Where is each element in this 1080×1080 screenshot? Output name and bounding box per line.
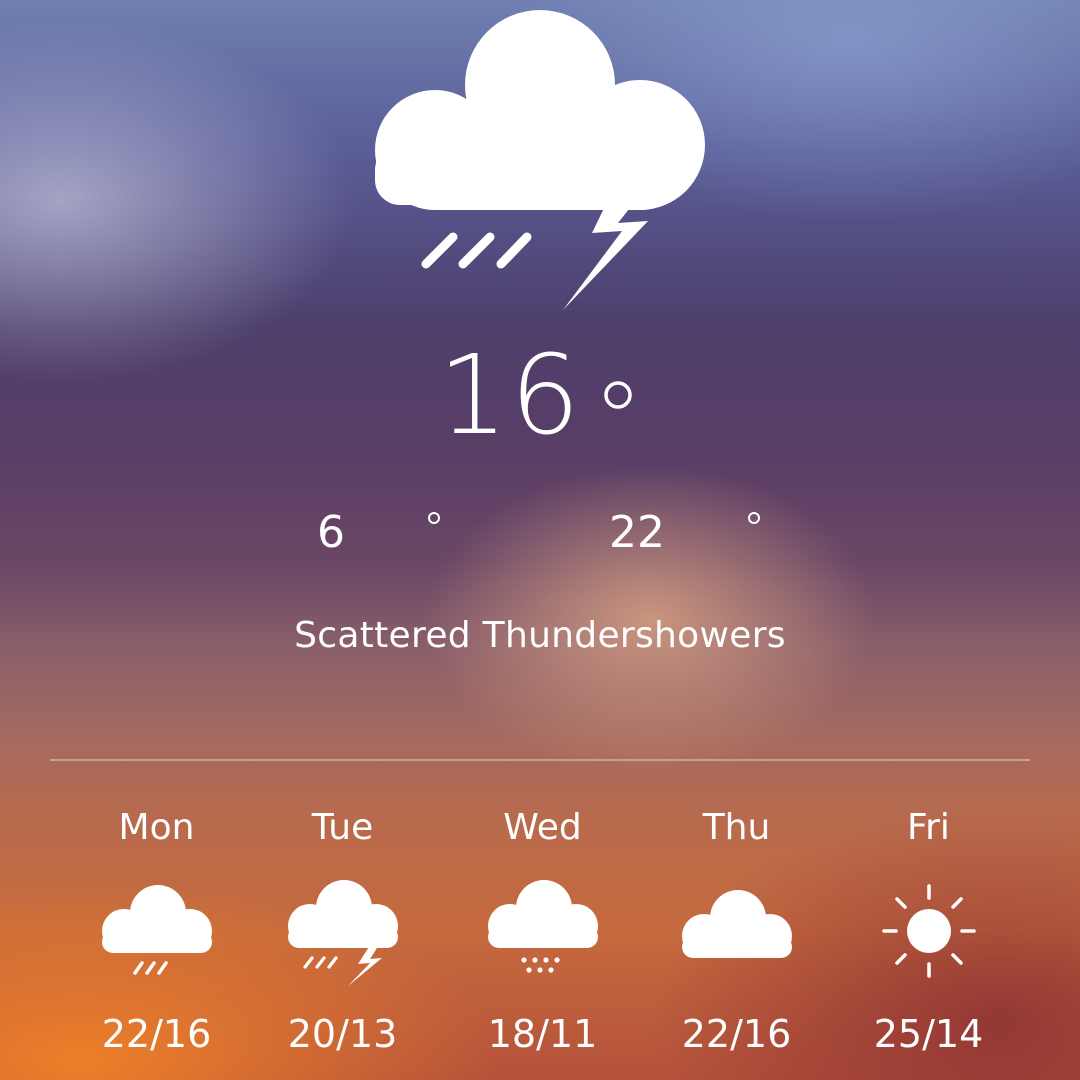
day-temperatures: 22/16 — [101, 1012, 212, 1056]
condition-text: Scattered Thundershowers — [294, 615, 786, 656]
forecast-day-thu[interactable]: Thu 22/16 — [640, 800, 833, 1062]
snow-cloud-icon — [487, 880, 598, 973]
thunderstorm-cloud-icon — [287, 880, 398, 986]
forecast-day-wed[interactable]: Wed 18/11 — [446, 800, 639, 1062]
day-name: Fri — [907, 807, 950, 848]
thunderstorm-cloud-icon — [375, 10, 705, 310]
day-temperatures: 22/16 — [681, 1012, 792, 1056]
day-temperatures: 20/13 — [287, 1012, 398, 1056]
day-name: Thu — [702, 807, 771, 848]
forecast-day-mon[interactable]: Mon 22/16 — [60, 800, 253, 1062]
forecast: Mon 22/16 Tue 20/13 Wed 18/11 Thu 22/16 … — [60, 800, 1025, 1080]
low-temperature: 6 — [279, 505, 481, 561]
day-temperatures: 25/14 — [873, 1012, 984, 1056]
forecast-day-fri[interactable]: Fri 25/14 — [832, 800, 1025, 1062]
degree-symbol — [582, 373, 642, 433]
day-name: Tue — [311, 807, 374, 848]
rain-cloud-icon — [101, 885, 212, 975]
temperature-range: 6 22 — [0, 505, 1080, 561]
day-temperatures: 18/11 — [487, 1012, 598, 1056]
current-temperature: 16 — [0, 330, 1080, 460]
day-name: Mon — [118, 807, 195, 848]
sun-icon — [881, 884, 976, 978]
day-name: Wed — [503, 807, 582, 848]
high-temperature: 22 — [571, 505, 801, 561]
cloud-icon — [681, 890, 792, 958]
divider — [50, 759, 1030, 761]
forecast-day-tue[interactable]: Tue 20/13 — [246, 800, 439, 1062]
